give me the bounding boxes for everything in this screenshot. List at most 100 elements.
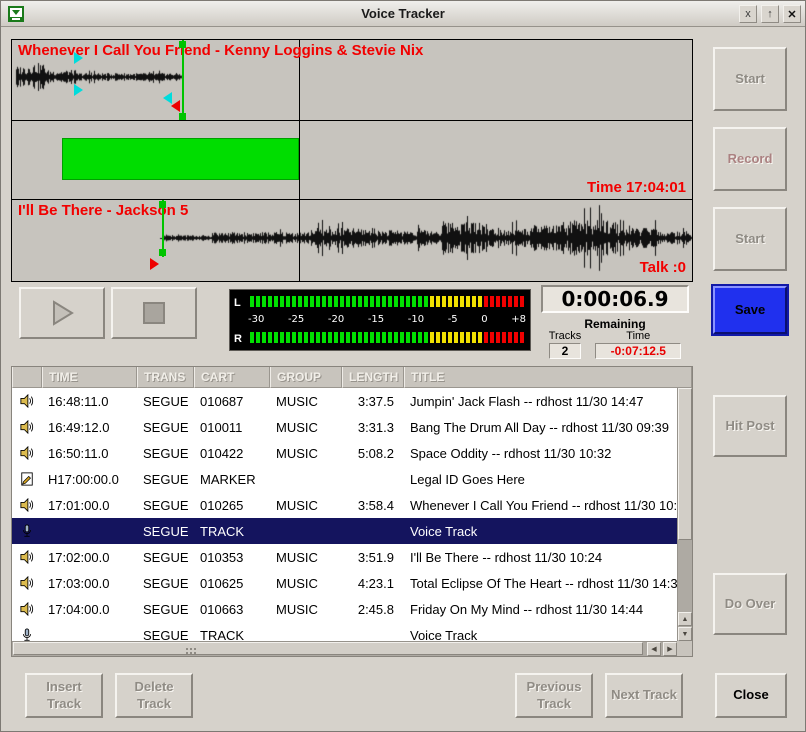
scroll-left-icon[interactable]: ◀ <box>647 642 661 656</box>
cell-title: Legal ID Goes Here <box>404 472 677 487</box>
column-header-title[interactable]: TITLE <box>404 367 692 388</box>
voicetrack-band[interactable]: Time 17:04:01 <box>12 121 692 200</box>
vertical-scrollbar-thumb[interactable] <box>678 388 692 540</box>
cell-group: MUSIC <box>270 446 342 461</box>
scrollbar-corner <box>677 641 692 656</box>
log-row[interactable]: 17:03:00.0SEGUE010625MUSIC4:23.1Total Ec… <box>12 570 677 596</box>
previous-track-button[interactable]: Previous Track <box>515 673 593 718</box>
track-start-marker-icon[interactable] <box>171 100 180 112</box>
speaker-icon <box>12 602 42 616</box>
log-row[interactable]: 17:01:00.0SEGUE010265MUSIC3:58.4Whenever… <box>12 492 677 518</box>
horizontal-scrollbar-thumb[interactable] <box>13 642 643 655</box>
remaining-label: Remaining <box>541 317 689 331</box>
column-header-time[interactable]: TIME <box>42 367 137 388</box>
log-row[interactable]: 16:49:12.0SEGUE010011MUSIC3:31.3Bang The… <box>12 414 677 440</box>
window-shade-button[interactable]: x <box>739 5 757 23</box>
cell-cart: 010265 <box>194 498 270 513</box>
cell-length: 3:51.9 <box>342 550 404 565</box>
cell-length: 4:23.1 <box>342 576 404 591</box>
meter-right-label: R <box>234 333 244 345</box>
cell-time: 16:49:12.0 <box>42 420 137 435</box>
log-row[interactable]: SEGUETRACKVoice Track <box>12 518 677 544</box>
next-track-button[interactable]: Next Track <box>605 673 683 718</box>
track2-waveform-band[interactable]: I'll Be There - Jackson 5 Talk :0 <box>12 200 692 281</box>
track-end-handle-bottom[interactable] <box>159 249 166 256</box>
cell-time: 17:01:00.0 <box>42 498 137 513</box>
window-maximize-button[interactable]: ↑ <box>761 5 779 23</box>
speaker-icon <box>12 576 42 590</box>
log-row[interactable]: 16:48:11.0SEGUE010687MUSIC3:37.5Jumpin' … <box>12 388 677 414</box>
cell-group: MUSIC <box>270 498 342 513</box>
scroll-up-icon[interactable]: ▲ <box>678 612 692 626</box>
waveform-editor: Whenever I Call You Friend - Kenny Loggi… <box>11 39 693 282</box>
cell-cart: TRACK <box>194 628 270 642</box>
scroll-right-icon[interactable]: ▶ <box>663 642 677 656</box>
voicetrack-region[interactable] <box>62 138 299 180</box>
cell-trans: SEGUE <box>137 550 194 565</box>
cell-title: Bang The Drum All Day -- rdhost 11/30 09… <box>404 420 677 435</box>
delete-track-button[interactable]: Delete Track <box>115 673 193 718</box>
speaker-icon <box>12 394 42 408</box>
column-header-trans[interactable]: TRANS <box>137 367 194 388</box>
column-header-group[interactable]: GROUP <box>270 367 342 388</box>
cell-cart: MARKER <box>194 472 270 487</box>
microphone-icon <box>12 628 42 641</box>
remaining-time-value: -0:07:12.5 <box>595 343 681 359</box>
cell-cart: 010625 <box>194 576 270 591</box>
cell-length: 3:37.5 <box>342 394 404 409</box>
cell-time: H17:00:00.0 <box>42 472 137 487</box>
insert-track-button[interactable]: Insert Track <box>25 673 103 718</box>
log-row[interactable]: 17:02:00.0SEGUE010353MUSIC3:51.9I'll Be … <box>12 544 677 570</box>
track-start-handle-bottom[interactable] <box>179 113 186 120</box>
track-start-handle-top[interactable] <box>179 41 186 48</box>
vertical-scrollbar[interactable]: ▲ ▼ <box>677 388 692 641</box>
play-button[interactable] <box>19 287 105 339</box>
start-track1-button[interactable]: Start <box>713 47 787 111</box>
record-button[interactable]: Record <box>713 127 787 191</box>
cell-group: MUSIC <box>270 576 342 591</box>
column-header-cart[interactable]: CART <box>194 367 270 388</box>
hit-post-button[interactable]: Hit Post <box>713 395 787 457</box>
microphone-icon <box>12 524 42 538</box>
window-close-button[interactable]: ✕ <box>783 5 801 23</box>
cell-length: 3:31.3 <box>342 420 404 435</box>
cell-time: 16:50:11.0 <box>42 446 137 461</box>
remaining-panel: Tracks 2 Time -0:07:12.5 <box>541 330 689 359</box>
cell-title: Voice Track <box>404 524 677 539</box>
horizontal-scrollbar[interactable]: ◀ ▶ <box>12 641 677 656</box>
stop-button[interactable] <box>111 287 197 339</box>
close-button[interactable]: Close <box>715 673 787 718</box>
speaker-icon <box>12 550 42 564</box>
meter-left-label: L <box>234 297 244 309</box>
segue-start-marker-icon[interactable] <box>74 52 83 64</box>
talk-time-label: Talk :0 <box>640 259 686 276</box>
log-body[interactable]: 16:48:11.0SEGUE010687MUSIC3:37.5Jumpin' … <box>12 388 677 641</box>
fade-marker-icon[interactable] <box>74 84 83 96</box>
cell-trans: SEGUE <box>137 576 194 591</box>
cell-trans: SEGUE <box>137 394 194 409</box>
current-time-label: Time 17:04:01 <box>587 179 686 196</box>
scroll-down-icon[interactable]: ▼ <box>678 627 692 641</box>
save-button[interactable]: Save <box>713 286 787 334</box>
cell-group: MUSIC <box>270 394 342 409</box>
titlebar[interactable]: Voice Tracker x ↑ ✕ <box>1 1 805 27</box>
log-row[interactable]: 17:04:00.0SEGUE010663MUSIC2:45.8Friday O… <box>12 596 677 622</box>
track-start-line[interactable] <box>182 40 184 121</box>
cell-cart: 010011 <box>194 420 270 435</box>
track1-waveform-band[interactable]: Whenever I Call You Friend - Kenny Loggi… <box>12 40 692 121</box>
log-row[interactable]: 16:50:11.0SEGUE010422MUSIC5:08.2Space Od… <box>12 440 677 466</box>
start-track2-button[interactable]: Start <box>713 207 787 271</box>
track-end-handle-top[interactable] <box>159 201 166 208</box>
cell-time: 17:04:00.0 <box>42 602 137 617</box>
cell-cart: 010687 <box>194 394 270 409</box>
cell-title: Jumpin' Jack Flash -- rdhost 11/30 14:47 <box>404 394 677 409</box>
log-row[interactable]: SEGUETRACKVoice Track <box>12 622 677 641</box>
talk-marker-icon[interactable] <box>150 258 159 270</box>
do-over-button[interactable]: Do Over <box>713 573 787 635</box>
cell-time: 17:03:00.0 <box>42 576 137 591</box>
cell-group: MUSIC <box>270 550 342 565</box>
vu-meter: L -30-25-20-15-10-50+8 R <box>229 289 531 351</box>
log-row[interactable]: H17:00:00.0SEGUEMARKERLegal ID Goes Here <box>12 466 677 492</box>
column-header-length[interactable]: LENGTH <box>342 367 404 388</box>
cell-title: Friday On My Mind -- rdhost 11/30 14:44 <box>404 602 677 617</box>
